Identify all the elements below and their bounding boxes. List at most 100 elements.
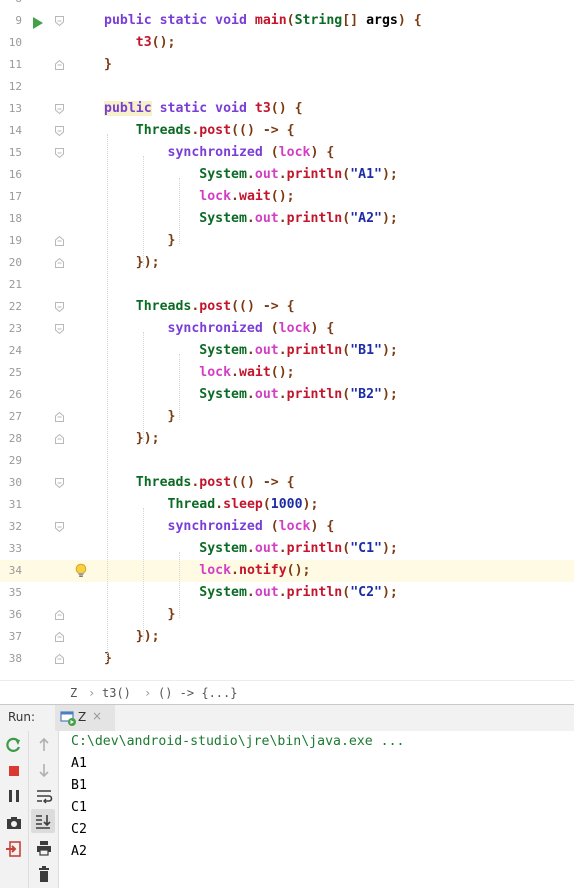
line-number[interactable]: 27 <box>0 406 22 428</box>
line-number[interactable]: 16 <box>0 164 22 186</box>
breadcrumb-item-method[interactable]: t3() <box>102 681 131 705</box>
rerun-icon[interactable] <box>4 735 24 755</box>
code-text[interactable]: System.out.println("C2"); <box>104 582 398 604</box>
console-output[interactable]: C:\dev\android-studio\jre\bin\java.exe .… <box>59 731 574 888</box>
code-line[interactable]: 23 synchronized (lock) { <box>0 318 574 340</box>
fold-end-icon[interactable] <box>55 632 64 642</box>
code-text[interactable]: Thread.sleep(1000); <box>104 494 319 516</box>
exit-icon[interactable] <box>4 839 24 859</box>
breadcrumb-item-class[interactable]: Z <box>70 681 77 705</box>
code-line[interactable]: 11} <box>0 54 574 76</box>
fold-start-icon[interactable] <box>55 522 64 532</box>
fold-end-icon[interactable] <box>55 610 64 620</box>
code-line[interactable]: 31 Thread.sleep(1000); <box>0 494 574 516</box>
code-line[interactable]: 19 } <box>0 230 574 252</box>
fold-end-icon[interactable] <box>55 60 64 70</box>
line-number[interactable]: 18 <box>0 208 22 230</box>
line-number[interactable]: 21 <box>0 274 22 296</box>
line-number[interactable]: 12 <box>0 76 22 98</box>
code-line[interactable]: 10 t3(); <box>0 32 574 54</box>
code-line[interactable]: 20 }); <box>0 252 574 274</box>
breadcrumb-item-lambda[interactable]: () -> {...} <box>158 681 237 705</box>
fold-end-icon[interactable] <box>55 412 64 422</box>
code-text[interactable]: Threads.post(() -> { <box>104 296 295 318</box>
code-text[interactable]: } <box>104 604 176 626</box>
code-text[interactable]: System.out.println("C1"); <box>104 538 398 560</box>
code-line[interactable]: 17 lock.wait(); <box>0 186 574 208</box>
code-text[interactable]: System.out.println("B1"); <box>104 340 398 362</box>
code-line[interactable]: 12 <box>0 76 574 98</box>
line-number[interactable]: 19 <box>0 230 22 252</box>
line-number[interactable]: 23 <box>0 318 22 340</box>
print-icon[interactable] <box>34 838 54 858</box>
code-line[interactable]: 37 }); <box>0 626 574 648</box>
pause-icon[interactable] <box>4 786 24 806</box>
line-number[interactable]: 14 <box>0 120 22 142</box>
code-line[interactable]: 38} <box>0 648 574 670</box>
code-line[interactable]: 14 Threads.post(() -> { <box>0 120 574 142</box>
line-number[interactable]: 28 <box>0 428 22 450</box>
line-number[interactable]: 15 <box>0 142 22 164</box>
fold-start-icon[interactable] <box>55 104 64 114</box>
code-text[interactable]: lock.wait(); <box>104 186 294 208</box>
code-line[interactable]: 15 synchronized (lock) { <box>0 142 574 164</box>
code-text[interactable]: System.out.println("B2"); <box>104 384 398 406</box>
scroll-to-end-toggle[interactable] <box>31 809 55 833</box>
code-line[interactable]: 24 System.out.println("B1"); <box>0 340 574 362</box>
code-line[interactable]: 32 synchronized (lock) { <box>0 516 574 538</box>
run-tab-z[interactable]: Z × <box>55 705 115 731</box>
code-line[interactable]: 34 lock.notify(); <box>0 560 574 582</box>
line-number[interactable]: 20 <box>0 252 22 274</box>
code-text[interactable]: t3(); <box>104 32 176 54</box>
code-text[interactable]: } <box>104 54 112 76</box>
code-text[interactable]: synchronized (lock) { <box>104 142 335 164</box>
stop-icon[interactable] <box>4 761 24 781</box>
code-text[interactable]: public static void t3() { <box>104 98 303 120</box>
line-number[interactable]: 26 <box>0 384 22 406</box>
code-line[interactable]: 18 System.out.println("A2"); <box>0 208 574 230</box>
code-line[interactable]: 13 public static void t3() { <box>0 98 574 120</box>
fold-end-icon[interactable] <box>55 654 64 664</box>
fold-start-icon[interactable] <box>55 302 64 312</box>
code-line[interactable]: 9 public static void main(String[] args) … <box>0 10 574 32</box>
line-number[interactable]: 29 <box>0 450 22 472</box>
code-text[interactable]: Threads.post(() -> { <box>104 472 295 494</box>
line-number[interactable]: 34 <box>0 560 22 582</box>
fold-start-icon[interactable] <box>55 16 64 26</box>
arrow-down-icon[interactable] <box>34 760 54 780</box>
code-line[interactable]: 35 System.out.println("C2"); <box>0 582 574 604</box>
camera-dump-icon[interactable] <box>4 813 24 833</box>
code-text[interactable]: }); <box>104 626 160 648</box>
code-line[interactable]: 29 <box>0 450 574 472</box>
line-number[interactable]: 10 <box>0 32 22 54</box>
line-number[interactable]: 9 <box>0 10 22 32</box>
line-number[interactable]: 32 <box>0 516 22 538</box>
line-number[interactable]: 33 <box>0 538 22 560</box>
code-text[interactable]: System.out.println("A1"); <box>104 164 398 186</box>
code-text[interactable]: }); <box>104 252 160 274</box>
code-text[interactable]: public static void main(String[] args) { <box>104 10 422 32</box>
code-line[interactable]: 36 } <box>0 604 574 626</box>
line-number[interactable]: 37 <box>0 626 22 648</box>
line-number[interactable]: 35 <box>0 582 22 604</box>
code-text[interactable]: lock.notify(); <box>104 560 310 582</box>
fold-start-icon[interactable] <box>55 324 64 334</box>
code-text[interactable]: lock.wait(); <box>104 362 294 384</box>
code-line[interactable]: 16 System.out.println("A1"); <box>0 164 574 186</box>
line-number[interactable]: 17 <box>0 186 22 208</box>
line-number[interactable]: 38 <box>0 648 22 670</box>
line-number[interactable]: 24 <box>0 340 22 362</box>
trash-icon[interactable] <box>34 864 54 884</box>
code-text[interactable]: System.out.println("A2"); <box>104 208 398 230</box>
code-line[interactable]: 28 }); <box>0 428 574 450</box>
close-icon[interactable]: × <box>92 709 102 723</box>
line-number[interactable]: 25 <box>0 362 22 384</box>
code-line[interactable]: 21 <box>0 274 574 296</box>
code-editor[interactable]: 89 public static void main(String[] args)… <box>0 0 574 680</box>
line-number[interactable]: 13 <box>0 98 22 120</box>
soft-wrap-icon[interactable] <box>34 786 54 806</box>
line-number[interactable]: 31 <box>0 494 22 516</box>
code-text[interactable]: synchronized (lock) { <box>104 318 335 340</box>
line-number[interactable]: 30 <box>0 472 22 494</box>
line-number[interactable]: 36 <box>0 604 22 626</box>
